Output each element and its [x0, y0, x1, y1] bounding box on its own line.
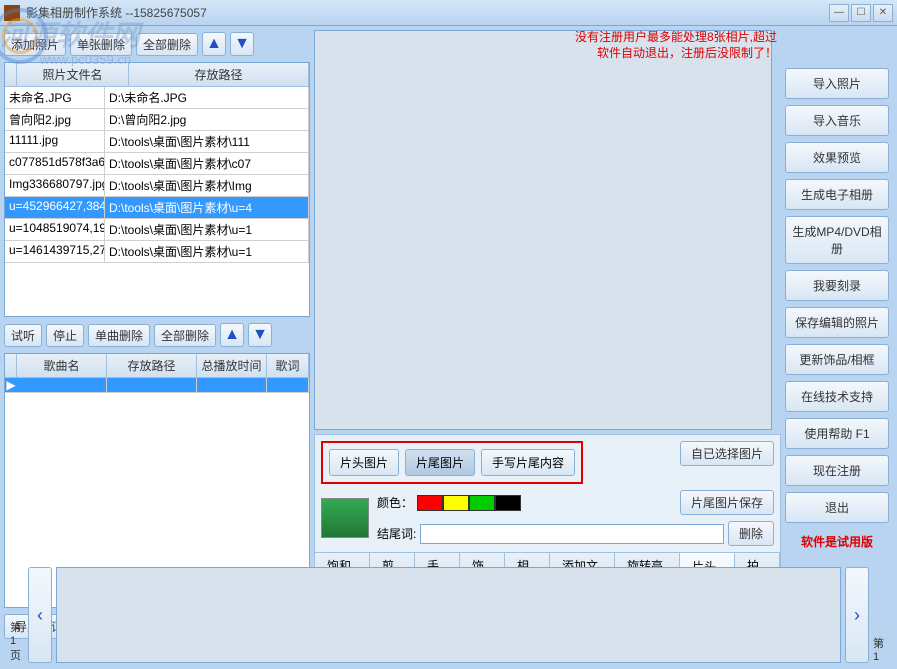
sidebar-button[interactable]: 现在注册	[785, 455, 889, 486]
row-selector-icon: ▶	[5, 378, 17, 392]
color-swatch[interactable]	[469, 495, 495, 511]
photo-filename: u=1461439715,276	[5, 241, 105, 262]
song-down-button[interactable]: ▼	[248, 323, 272, 347]
photo-path: D:\曾向阳2.jpg	[105, 109, 309, 130]
trial-label: 软件是试用版	[785, 533, 889, 550]
select-image-button[interactable]: 自已选择图片	[680, 441, 774, 466]
single-delete-song-button[interactable]: 单曲删除	[88, 324, 150, 347]
song-row-selected[interactable]: ▶	[5, 378, 309, 393]
photo-row[interactable]: u=452966427,3842D:\tools\桌面\图片素材\u=4	[5, 197, 309, 219]
window-title: 影集相册制作系统 --15825675057	[26, 4, 829, 21]
photo-filename: Img336680797.jpg	[5, 175, 105, 196]
titlebar: 影集相册制作系统 --15825675057 — ☐ ✕	[0, 0, 897, 26]
listen-button[interactable]: 试听	[4, 324, 42, 347]
photo-col-filename[interactable]: 照片文件名	[17, 63, 129, 86]
tail-image-button[interactable]: 片尾图片	[405, 449, 475, 476]
preview-area	[314, 30, 772, 430]
photo-toolbar: 添加照片 单张删除 全部删除 ▲ ▼	[4, 30, 310, 58]
next-page-button[interactable]: ›	[845, 567, 869, 663]
sidebar-button[interactable]: 生成电子相册	[785, 179, 889, 210]
song-col-path[interactable]: 存放路径	[107, 354, 197, 377]
sidebar-button[interactable]: 在线技术支持	[785, 381, 889, 412]
registration-notice-overlay: 没有注册用户最多能处理8张相片,超过 软件自动退出，注册后没限制了！	[517, 30, 777, 61]
close-button[interactable]: ✕	[873, 4, 893, 22]
color-swatch[interactable]	[495, 495, 521, 511]
maximize-button[interactable]: ☐	[851, 4, 871, 22]
minimize-button[interactable]: —	[829, 4, 849, 22]
app-icon	[4, 5, 20, 21]
all-delete-song-button[interactable]: 全部删除	[154, 324, 216, 347]
sidebar-button[interactable]: 效果预览	[785, 142, 889, 173]
sidebar-button[interactable]: 使用帮助 F1	[785, 418, 889, 449]
photo-row[interactable]: 11111.jpgD:\tools\桌面\图片素材\111	[5, 131, 309, 153]
thumbnail-strip[interactable]	[56, 567, 841, 663]
photo-row[interactable]: c077851d578f3a69D:\tools\桌面\图片素材\c07	[5, 153, 309, 175]
sidebar-button[interactable]: 生成MP4/DVD相册	[785, 216, 889, 264]
photo-path: D:\tools\桌面\图片素材\u=4	[105, 197, 309, 218]
photo-row[interactable]: Img336680797.jpgD:\tools\桌面\图片素材\Img	[5, 175, 309, 197]
photo-row[interactable]: u=1048519074,198D:\tools\桌面\图片素材\u=1	[5, 219, 309, 241]
end-word-label: 结尾词:	[377, 525, 416, 542]
color-label: 颜色：	[377, 494, 413, 511]
photo-filename: c077851d578f3a69	[5, 153, 105, 174]
photo-filename: u=452966427,3842	[5, 197, 105, 218]
sidebar: 没有注册用户最多能处理8张相片,超过 软件自动退出，注册后没限制了！ 导入照片导…	[785, 30, 893, 640]
photo-row[interactable]: 曾向阳2.jpgD:\曾向阳2.jpg	[5, 109, 309, 131]
photo-path: D:\tools\桌面\图片素材\u=1	[105, 241, 309, 262]
save-tail-image-button[interactable]: 片尾图片保存	[680, 490, 774, 515]
song-col-name[interactable]: 歌曲名	[17, 354, 107, 377]
delete-tail-button[interactable]: 删除	[728, 521, 774, 546]
end-word-input[interactable]	[420, 524, 724, 544]
photo-filename: 11111.jpg	[5, 131, 105, 152]
photo-filename: 曾向阳2.jpg	[5, 109, 105, 130]
photo-path: D:\tools\桌面\图片素材\u=1	[105, 219, 309, 240]
photo-row[interactable]: u=1461439715,276D:\tools\桌面\图片素材\u=1	[5, 241, 309, 263]
single-delete-photo-button[interactable]: 单张删除	[70, 33, 132, 56]
page-label-left: 第 1 页	[10, 567, 24, 663]
photo-down-button[interactable]: ▼	[230, 32, 254, 56]
photo-row[interactable]: 未命名.JPGD:\未命名.JPG	[5, 87, 309, 109]
photo-filename: 未命名.JPG	[5, 87, 105, 108]
photo-path: D:\未命名.JPG	[105, 87, 309, 108]
photo-filename: u=1048519074,198	[5, 219, 105, 240]
photo-grid[interactable]: 照片文件名 存放路径 未命名.JPGD:\未命名.JPG曾向阳2.jpgD:\曾…	[4, 62, 310, 317]
song-up-button[interactable]: ▲	[220, 323, 244, 347]
page-label-right: 第 1	[873, 567, 887, 663]
add-photo-button[interactable]: 添加照片	[4, 33, 66, 56]
song-col-duration[interactable]: 总播放时间	[197, 354, 267, 377]
all-delete-photo-button[interactable]: 全部删除	[136, 33, 198, 56]
song-col-lyrics[interactable]: 歌词	[267, 354, 309, 377]
sidebar-button[interactable]: 我要刻录	[785, 270, 889, 301]
song-toolbar: 试听 停止 单曲删除 全部删除 ▲ ▼	[4, 321, 310, 349]
sidebar-button[interactable]: 导入照片	[785, 68, 889, 99]
color-swatch[interactable]	[443, 495, 469, 511]
sidebar-button[interactable]: 更新饰品/相框	[785, 344, 889, 375]
photo-col-path[interactable]: 存放路径	[129, 63, 309, 86]
sidebar-button[interactable]: 退出	[785, 492, 889, 523]
stop-button[interactable]: 停止	[46, 324, 84, 347]
head-image-button[interactable]: 片头图片	[329, 449, 399, 476]
photo-path: D:\tools\桌面\图片素材\Img	[105, 175, 309, 196]
prev-page-button[interactable]: ‹	[28, 567, 52, 663]
photo-up-button[interactable]: ▲	[202, 32, 226, 56]
handwrite-tail-button[interactable]: 手写片尾内容	[481, 449, 575, 476]
sidebar-button[interactable]: 导入音乐	[785, 105, 889, 136]
tail-thumbnail	[321, 498, 369, 538]
highlight-annotation: 片头图片 片尾图片 手写片尾内容	[321, 441, 583, 484]
color-swatch[interactable]	[417, 495, 443, 511]
sidebar-button[interactable]: 保存编辑的照片	[785, 307, 889, 338]
photo-path: D:\tools\桌面\图片素材\111	[105, 131, 309, 152]
color-swatches	[417, 495, 521, 511]
photo-path: D:\tools\桌面\图片素材\c07	[105, 153, 309, 174]
